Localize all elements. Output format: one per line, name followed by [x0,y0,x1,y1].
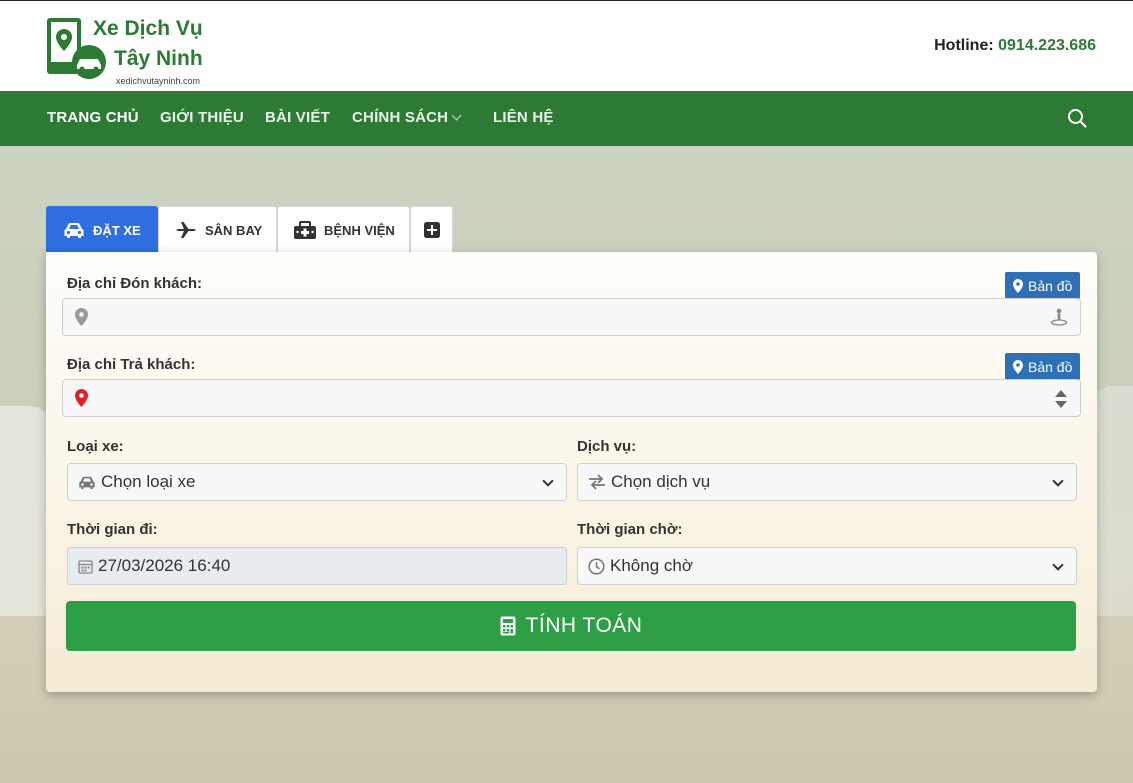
pickup-label: Địa chỉ Đón khách: [67,275,203,292]
nav-item-home[interactable]: TRANG CHỦ [47,109,139,126]
map-marker-icon [75,389,88,407]
vehicle-select-value: Chọn loại xe [101,472,196,491]
site-logo[interactable]: Xe Dịch Vụ Tây Ninh xedichvutayninh.com [46,17,216,89]
dropoff-map-button[interactable]: Bản đồ [1005,353,1081,380]
hotline-number[interactable]: 0914.223.686 [998,37,1096,54]
car-icon [79,476,95,489]
nav-item-policy[interactable]: CHÍNH SÁCH [352,109,462,126]
vehicle-label: Loại xe: [67,438,124,455]
nav-item-articles[interactable]: BÀI VIẾT [265,109,330,126]
calculate-button[interactable]: TÍNH TOÁN [66,601,1076,651]
location-person-icon[interactable] [1050,308,1068,326]
hospital-icon [294,221,316,239]
nav-item-policy-label: CHÍNH SÁCH [352,109,449,126]
calculator-icon [500,616,516,636]
depart-time-value: 27/03/2026 16:40 [98,556,231,575]
pickup-map-label: Bản đồ [1028,277,1073,294]
chevron-down-icon [1052,559,1064,571]
chevron-down-icon [542,475,554,487]
background-car-right [1093,386,1133,616]
service-select-value: Chọn dịch vụ [611,472,711,491]
pickup-address-input[interactable] [62,298,1081,336]
site-header: Xe Dịch Vụ Tây Ninh xedichvutayninh.com … [0,0,1133,91]
tab-hospital[interactable]: BỆNH VIỆN [277,206,410,253]
calendar-icon [78,559,93,574]
hotline-label: Hotline: [934,37,994,54]
wait-time-label: Thời gian chờ: [577,521,683,538]
brand-title-line2: Tây Ninh [114,47,203,70]
tab-hospital-label: BỆNH VIỆN [324,222,395,238]
dropoff-address-input[interactable] [62,379,1081,417]
search-icon[interactable] [1067,108,1087,128]
tab-book-car[interactable]: ĐẶT XE [46,206,158,253]
nav-item-about[interactable]: GIỚI THIỆU [160,109,244,126]
tab-more[interactable] [410,206,453,253]
plane-icon [176,222,196,238]
plus-square-icon [424,222,440,238]
depart-time-input[interactable]: 27/03/2026 16:40 [67,547,567,585]
vehicle-select[interactable]: Chọn loại xe [67,463,567,501]
chevron-down-icon [451,110,462,121]
tab-book-car-label: ĐẶT XE [93,222,141,238]
map-marker-icon [1013,278,1023,293]
brand-url: xedichvutayninh.com [116,76,201,86]
service-select[interactable]: Chọn dịch vụ [577,463,1077,501]
wait-time-value: Không chờ [610,556,693,575]
sort-icon[interactable] [1054,389,1068,409]
dropoff-label: Địa chỉ Trả khách: [67,356,196,373]
brand-title-line1: Xe Dịch Vụ [93,17,203,40]
main-nav: TRANG CHỦ GIỚI THIỆU BÀI VIẾT CHÍNH SÁCH… [0,91,1133,146]
pickup-map-button[interactable]: Bản đồ [1005,272,1081,299]
map-marker-icon [75,308,88,326]
booking-form: Địa chỉ Đón khách: Bản đồ Địa chỉ Trả kh… [46,252,1097,692]
calculate-button-label: TÍNH TOÁN [525,614,643,637]
tab-airport[interactable]: SÂN BAY [158,206,277,253]
service-label: Dịch vụ: [577,438,637,455]
hotline[interactable]: Hotline: 0914.223.686 [934,37,1096,55]
clock-icon [588,557,605,575]
tab-airport-label: SÂN BAY [205,222,263,238]
background-car [0,406,50,616]
dropoff-map-label: Bản đồ [1028,358,1073,375]
depart-time-label: Thời gian đi: [67,521,158,538]
car-icon [64,223,84,238]
wait-time-select[interactable]: Không chờ [577,547,1077,585]
map-marker-icon [1013,359,1023,374]
exchange-icon [589,474,605,490]
nav-item-contact[interactable]: LIÊN HỆ [493,109,554,126]
chevron-down-icon [1052,475,1064,487]
